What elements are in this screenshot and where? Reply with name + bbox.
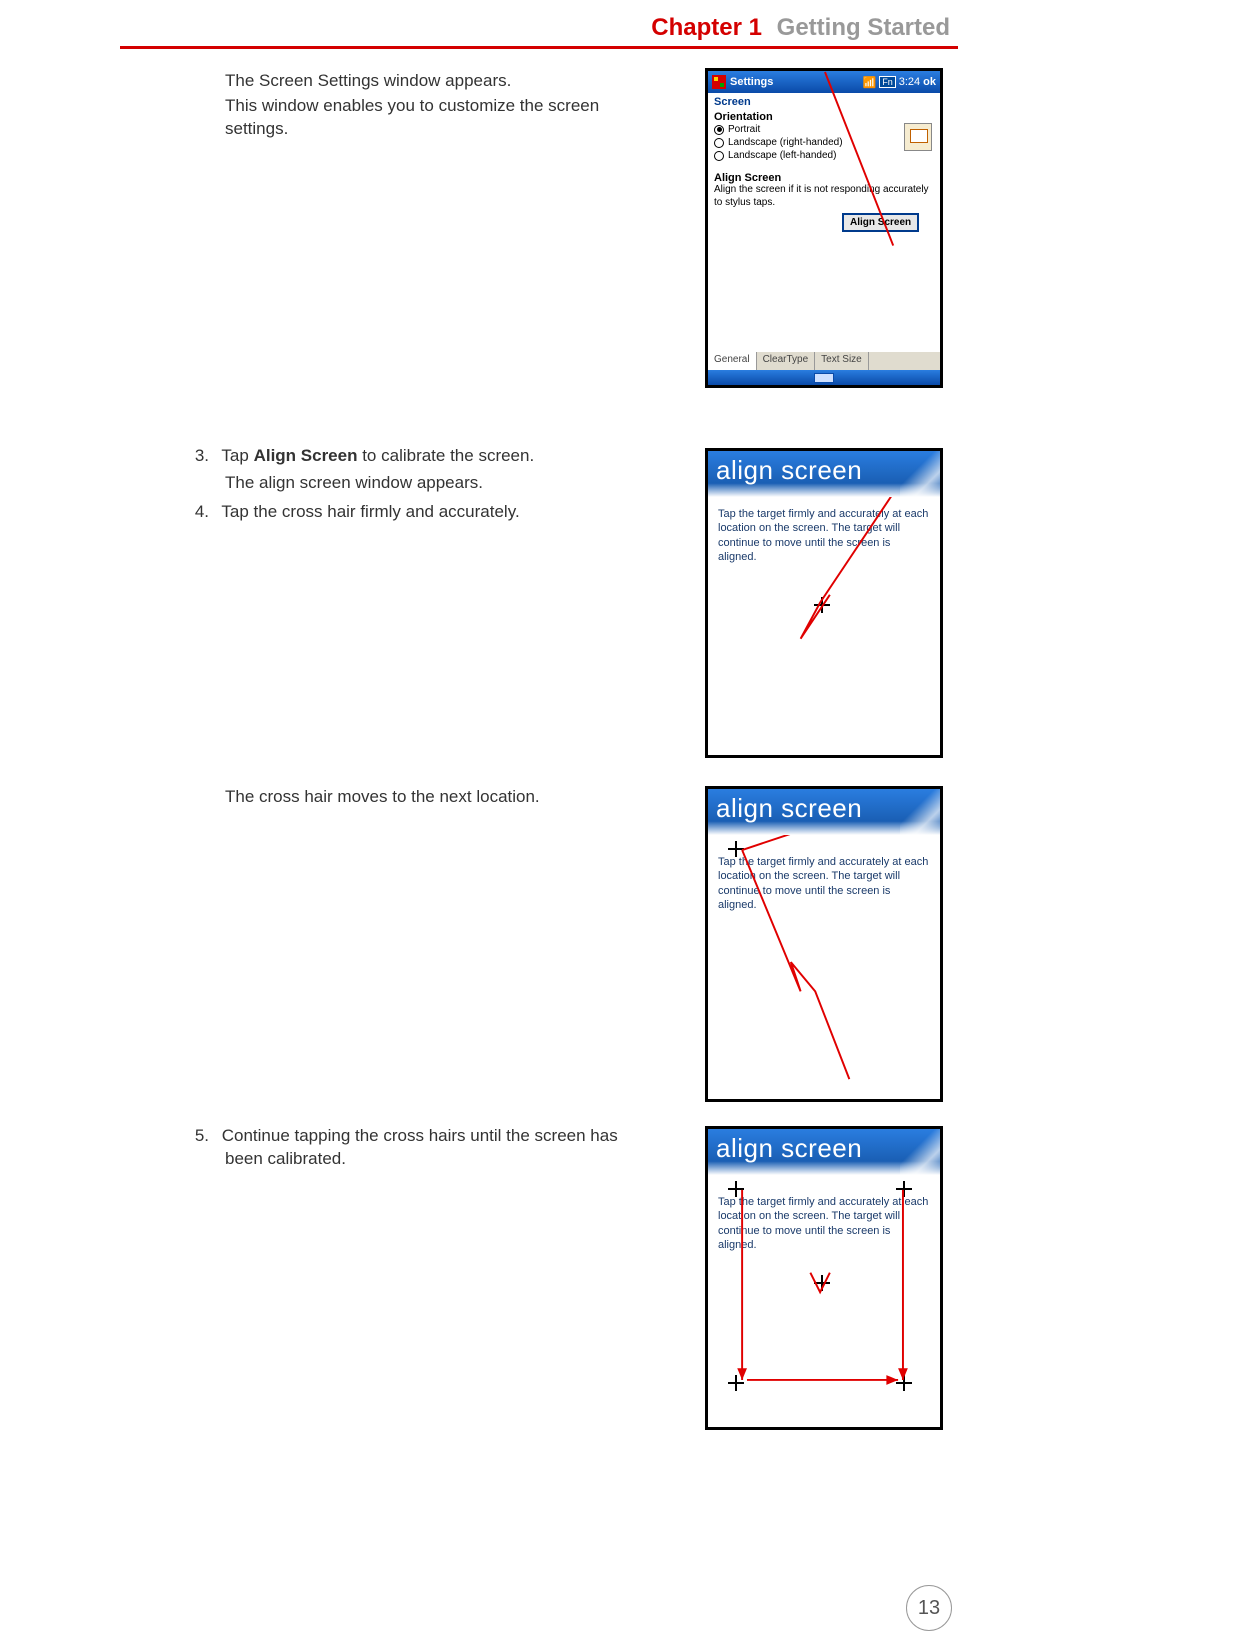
align-body: Tap the target firmly and accurately at … — [708, 1175, 940, 1427]
align-instructions: Tap the target firmly and accurately at … — [718, 507, 930, 564]
radio-icon — [714, 138, 724, 148]
step-5-block: 5. Continue tapping the cross hairs unti… — [225, 1125, 655, 1173]
fn-indicator: Fn — [879, 76, 896, 88]
page-number: 13 — [906, 1585, 952, 1631]
crosshair-icon[interactable] — [728, 1375, 744, 1391]
align-section: Align Screen Align the screen if it is n… — [708, 170, 940, 234]
intro-line2: This window enables you to customize the… — [225, 95, 655, 141]
align-instructions: Tap the target firmly and accurately at … — [718, 855, 930, 912]
settings-tabs: General ClearType Text Size — [708, 352, 940, 370]
radio-landscape-left[interactable]: Landscape (left-handed) — [714, 149, 934, 162]
mid-text: The cross hair moves to the next locatio… — [225, 786, 655, 811]
settings-screenshot: Settings 📶 Fn 3:24 ok Screen Orientation… — [705, 68, 943, 388]
align-screen-button[interactable]: Align Screen — [842, 213, 919, 232]
header-rule — [120, 46, 958, 49]
intro-text: The Screen Settings window appears. This… — [225, 70, 655, 143]
radio-portrait[interactable]: Portrait — [714, 123, 934, 136]
chapter-header: Chapter 1 Getting Started — [651, 14, 950, 42]
crosshair-icon[interactable] — [896, 1181, 912, 1197]
crosshair-icon[interactable] — [814, 597, 830, 613]
align-body: Tap the target firmly and accurately at … — [708, 835, 940, 1099]
signal-icon: 📶 — [863, 76, 877, 89]
step-5: 5. Continue tapping the cross hairs unti… — [225, 1125, 655, 1171]
crosshair-icon[interactable] — [728, 841, 744, 857]
orientation-preview-icon — [904, 123, 932, 151]
step-3: 3. Tap Align Screen to calibrate the scr… — [225, 445, 655, 468]
chapter-title: Getting Started — [777, 14, 950, 41]
align-header: align screen — [708, 789, 940, 835]
step-3-sub: The align screen window appears. — [225, 472, 655, 495]
align-screenshot-3: align screen Tap the target firmly and a… — [705, 1126, 943, 1430]
keyboard-icon[interactable] — [814, 373, 834, 383]
align-desc: Align the screen if it is not responding… — [714, 184, 934, 209]
align-label: Align Screen — [714, 172, 934, 184]
step-5-text: Continue tapping the cross hairs until t… — [222, 1126, 618, 1168]
radio-icon — [714, 151, 724, 161]
step-4: 4. Tap the cross hair firmly and accurat… — [225, 501, 655, 524]
bottom-bar — [708, 370, 940, 385]
step-4-number: 4. — [189, 501, 217, 524]
orientation-section: Orientation Portrait Landscape (right-ha… — [708, 109, 940, 164]
screen-subhead: Screen — [708, 93, 940, 109]
align-body: Tap the target firmly and accurately at … — [708, 497, 940, 755]
radio-portrait-label: Portrait — [728, 124, 760, 135]
radio-landscape-right-label: Landscape (right-handed) — [728, 137, 843, 148]
step-3-number: 3. — [189, 445, 217, 468]
step-3-text-b: to calibrate the screen. — [357, 446, 534, 465]
crosshair-icon[interactable] — [896, 1375, 912, 1391]
ok-button[interactable]: ok — [923, 76, 936, 88]
step-3-text-a: Tap — [221, 446, 253, 465]
align-screenshot-1: align screen Tap the target firmly and a… — [705, 448, 943, 758]
step-3-bold: Align Screen — [254, 446, 358, 465]
orientation-label: Orientation — [714, 111, 934, 123]
align-screenshot-2: align screen Tap the target firmly and a… — [705, 786, 943, 1102]
start-flag-icon — [712, 75, 726, 89]
settings-title: Settings — [730, 76, 773, 88]
mid-line: The cross hair moves to the next locatio… — [225, 786, 655, 809]
settings-titlebar: Settings 📶 Fn 3:24 ok — [708, 71, 940, 93]
intro-line1: The Screen Settings window appears. — [225, 70, 655, 93]
step-5-number: 5. — [189, 1125, 217, 1148]
align-header: align screen — [708, 1129, 940, 1175]
radio-landscape-left-label: Landscape (left-handed) — [728, 150, 836, 161]
align-header: align screen — [708, 451, 940, 497]
clock: 3:24 — [899, 76, 920, 88]
crosshair-icon[interactable] — [814, 1275, 830, 1291]
tab-textsize[interactable]: Text Size — [815, 352, 869, 370]
radio-landscape-right[interactable]: Landscape (right-handed) — [714, 136, 934, 149]
tab-cleartype[interactable]: ClearType — [757, 352, 816, 370]
tab-general[interactable]: General — [708, 352, 757, 370]
step-4-text: Tap the cross hair firmly and accurately… — [221, 502, 519, 521]
crosshair-icon[interactable] — [728, 1181, 744, 1197]
align-instructions: Tap the target firmly and accurately at … — [718, 1195, 930, 1252]
radio-icon — [714, 125, 724, 135]
chapter-number: Chapter 1 — [651, 14, 762, 41]
steps-3-4: 3. Tap Align Screen to calibrate the scr… — [225, 445, 655, 526]
